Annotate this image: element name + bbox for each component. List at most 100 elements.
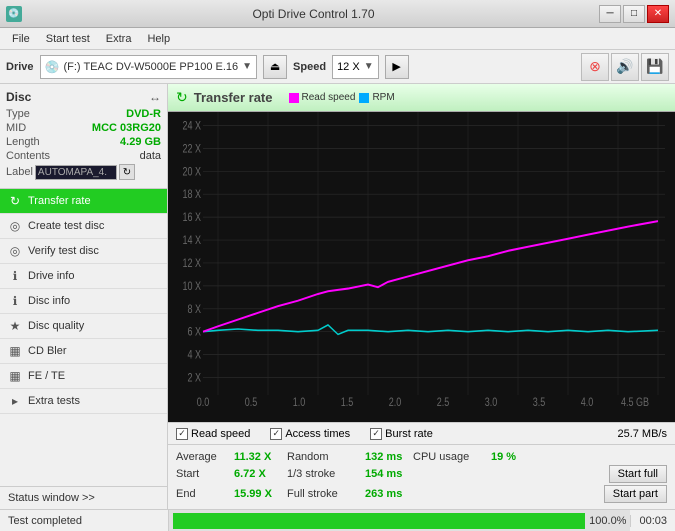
create-test-disc-icon: ◎ [8, 219, 22, 233]
verify-test-disc-icon: ◎ [8, 244, 22, 258]
title-bar: 💿 Opti Drive Control 1.70 ─ □ ✕ [0, 0, 675, 28]
legend-read-speed-label: Read speed [302, 92, 356, 103]
menu-start-test[interactable]: Start test [38, 31, 98, 47]
speed-selector[interactable]: 12 X ▼ [332, 55, 379, 79]
svg-text:22 X: 22 X [182, 142, 201, 156]
nav-item-create-test-disc[interactable]: ◎ Create test disc [0, 214, 167, 239]
cd-bler-icon: ▦ [8, 344, 22, 358]
chart-legend: Read speed RPM [289, 92, 395, 103]
end-value: 15.99 X [234, 488, 279, 500]
average-value: 11.32 X [234, 451, 279, 463]
svg-text:2.0: 2.0 [389, 396, 402, 410]
read-speed-check-label: Read speed [191, 428, 250, 440]
minimize-button[interactable]: ─ [599, 5, 621, 23]
full-stroke-label: Full stroke [287, 488, 357, 500]
progress-label: 100.0% [589, 515, 626, 527]
nav-label-verify-test-disc: Verify test disc [28, 245, 99, 257]
check-burst-rate: Burst rate [370, 428, 433, 440]
svg-text:6 X: 6 X [187, 326, 201, 340]
svg-text:20 X: 20 X [182, 165, 201, 179]
menu-help[interactable]: Help [139, 31, 178, 47]
nav-item-drive-info[interactable]: ℹ Drive info [0, 264, 167, 289]
svg-text:0.0: 0.0 [197, 396, 210, 410]
start-part-button[interactable]: Start part [604, 485, 667, 503]
menu-bar: File Start test Extra Help [0, 28, 675, 50]
disc-toggle-arrow[interactable]: ↔ [149, 90, 161, 104]
start-value: 6.72 X [234, 468, 279, 480]
stroke1-label: 1/3 stroke [287, 468, 357, 480]
chart-header: ↻ Transfer rate Read speed RPM [168, 84, 675, 112]
legend-rpm-color [359, 93, 369, 103]
svg-text:24 X: 24 X [182, 119, 201, 133]
menu-file[interactable]: File [4, 31, 38, 47]
menu-extra[interactable]: Extra [98, 31, 140, 47]
nav-item-disc-info[interactable]: ℹ Disc info [0, 289, 167, 314]
erase-icon[interactable]: ⊗ [581, 53, 609, 81]
disc-label-key: Label [6, 166, 33, 178]
speed-apply-button[interactable]: ▶ [385, 55, 409, 79]
progress-container: 100.0% [168, 510, 630, 531]
svg-text:3.0: 3.0 [485, 396, 498, 410]
end-label: End [176, 488, 226, 500]
disc-type-label: Type [6, 108, 30, 120]
status-bar: Test completed 100.0% 00:03 [0, 509, 675, 531]
svg-text:3.5: 3.5 [533, 396, 546, 410]
svg-text:0.5: 0.5 [245, 396, 258, 410]
drive-value: (F:) TEAC DV-W5000E PP100 E.16 [63, 61, 238, 73]
chart-svg: 24 X 22 X 20 X 18 X 16 X 14 X 12 X 10 X … [168, 112, 675, 422]
right-panel: ↻ Transfer rate Read speed RPM [168, 84, 675, 509]
drive-info-icon: ℹ [8, 269, 22, 283]
svg-text:4 X: 4 X [187, 348, 201, 362]
speed-label: Speed [293, 61, 326, 73]
fe-te-icon: ▦ [8, 369, 22, 383]
disc-info-icon: ℹ [8, 294, 22, 308]
transfer-rate-icon: ↻ [8, 194, 22, 208]
nav-label-disc-quality: Disc quality [28, 320, 84, 332]
read-speed-checkbox[interactable] [176, 428, 188, 440]
progress-bar [173, 513, 585, 529]
svg-text:18 X: 18 X [182, 188, 201, 202]
svg-text:2.5: 2.5 [437, 396, 450, 410]
nav-item-verify-test-disc[interactable]: ◎ Verify test disc [0, 239, 167, 264]
legend-rpm-label: RPM [372, 92, 394, 103]
cpu-label: CPU usage [413, 451, 483, 463]
burst-rate-checkbox[interactable] [370, 428, 382, 440]
disc-label-input[interactable] [35, 165, 117, 180]
access-times-check-label: Access times [285, 428, 350, 440]
chart-title: Transfer rate [194, 90, 273, 105]
extra-tests-icon: ▸ [8, 394, 22, 408]
nav-item-fe-te[interactable]: ▦ FE / TE [0, 364, 167, 389]
drive-eject-button[interactable]: ⏏ [263, 55, 287, 79]
stats-row-average: Average 11.32 X Random 132 ms CPU usage … [176, 451, 667, 463]
access-times-checkbox[interactable] [270, 428, 282, 440]
drive-selector[interactable]: 💿 (F:) TEAC DV-W5000E PP100 E.16 ▼ [40, 55, 258, 79]
nav-label-cd-bler: CD Bler [28, 345, 67, 357]
nav-item-cd-bler[interactable]: ▦ CD Bler [0, 339, 167, 364]
drive-label: Drive [6, 61, 34, 73]
close-button[interactable]: ✕ [647, 5, 669, 23]
burst-rate-check-label: Burst rate [385, 428, 433, 440]
disc-contents-value: data [140, 150, 161, 162]
app-icon: 💿 [6, 6, 22, 22]
full-stroke-value: 263 ms [365, 488, 405, 500]
window-title: Opti Drive Control 1.70 [28, 7, 599, 21]
start-label: Start [176, 468, 226, 480]
status-window-label: Status window >> [8, 492, 95, 504]
disc-label-refresh-button[interactable]: ↻ [119, 164, 135, 180]
nav-item-transfer-rate[interactable]: ↻ Transfer rate [0, 189, 167, 214]
stats-area: Average 11.32 X Random 132 ms CPU usage … [168, 444, 675, 509]
disc-mid-value: MCC 03RG20 [92, 122, 161, 134]
maximize-button[interactable]: □ [623, 5, 645, 23]
start-full-button[interactable]: Start full [609, 465, 667, 483]
disc-length-label: Length [6, 136, 40, 148]
nav-label-drive-info: Drive info [28, 270, 74, 282]
random-value: 132 ms [365, 451, 405, 463]
legend-rpm: RPM [359, 92, 394, 103]
nav-item-disc-quality[interactable]: ★ Disc quality [0, 314, 167, 339]
nav-item-extra-tests[interactable]: ▸ Extra tests [0, 389, 167, 414]
save-icon[interactable]: 💾 [641, 53, 669, 81]
status-window-button[interactable]: Status window >> [0, 486, 167, 509]
info-icon[interactable]: 🔊 [611, 53, 639, 81]
disc-quality-icon: ★ [8, 319, 22, 333]
disc-type-value: DVD-R [126, 108, 161, 120]
